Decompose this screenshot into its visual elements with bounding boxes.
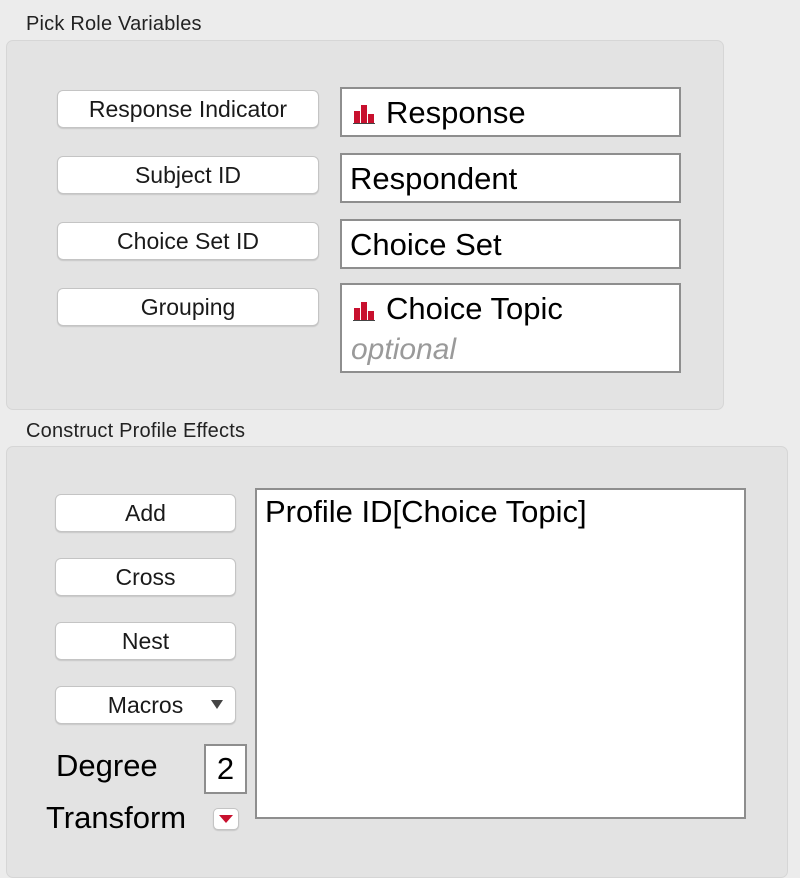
choice-set-id-button[interactable]: Choice Set ID: [57, 222, 319, 260]
bar-chart-icon: [353, 302, 375, 321]
degree-input[interactable]: 2: [204, 744, 247, 794]
macros-button[interactable]: Macros: [55, 686, 236, 724]
transform-label: Transform: [46, 800, 187, 835]
triangle-down-icon: [219, 815, 233, 823]
effects-section-title: Construct Profile Effects: [26, 420, 246, 442]
choice-set-id-value: Choice Set: [350, 227, 502, 262]
grouping-optional-placeholder: optional: [351, 333, 457, 366]
cross-button[interactable]: Cross: [55, 558, 236, 596]
response-indicator-button[interactable]: Response Indicator: [57, 90, 319, 128]
response-indicator-field[interactable]: Response: [340, 87, 681, 137]
macros-label: Macros: [107, 691, 184, 718]
grouping-field[interactable]: Choice Topic optional: [340, 283, 681, 373]
transform-menu-button[interactable]: [213, 808, 239, 830]
role-section-title: Pick Role Variables: [26, 13, 202, 35]
effects-list[interactable]: Profile ID[Choice Topic]: [255, 488, 746, 819]
grouping-value: Choice Topic: [386, 291, 563, 326]
bar-chart-icon: [353, 105, 375, 124]
add-button[interactable]: Add: [55, 494, 236, 532]
subject-id-value: Respondent: [350, 161, 518, 196]
response-indicator-value: Response: [386, 95, 526, 130]
grouping-button[interactable]: Grouping: [57, 288, 319, 326]
degree-label: Degree: [56, 748, 158, 783]
subject-id-field[interactable]: Respondent: [340, 153, 681, 203]
choice-set-id-field[interactable]: Choice Set: [340, 219, 681, 269]
nest-button[interactable]: Nest: [55, 622, 236, 660]
effects-list-item[interactable]: Profile ID[Choice Topic]: [265, 494, 587, 530]
subject-id-button[interactable]: Subject ID: [57, 156, 319, 194]
chevron-down-icon: [211, 700, 223, 709]
